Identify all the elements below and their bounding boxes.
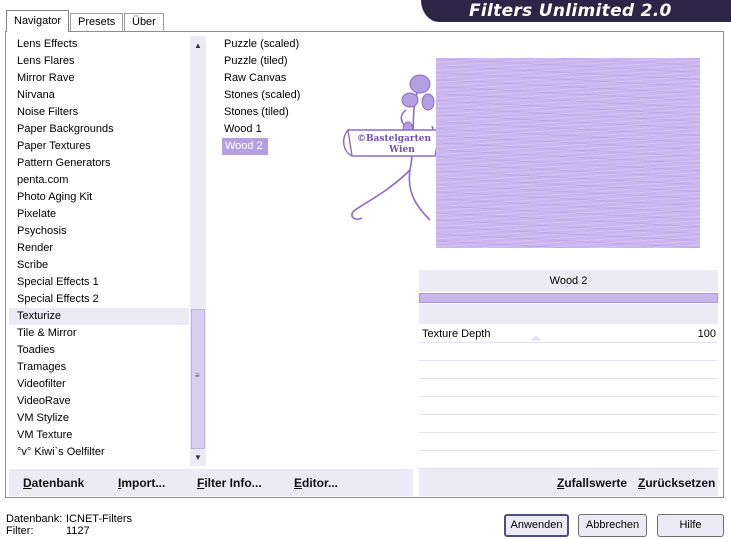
category-item[interactable]: VideoRave bbox=[9, 393, 189, 410]
category-list[interactable]: Lens Effects Lens Flares Mirror Rave Nirvan… bbox=[9, 36, 189, 461]
param-row-empty bbox=[419, 433, 718, 451]
button-label: atenbank bbox=[31, 476, 85, 490]
param-row-empty bbox=[419, 379, 718, 397]
filter-count-value: 1127 bbox=[66, 525, 90, 537]
status-info: Datenbank: ICNET-Filters Filter: 1127 bbox=[6, 513, 132, 537]
filter-item[interactable]: Puzzle (tiled) bbox=[216, 53, 406, 70]
button-label: urücksetzen bbox=[645, 476, 716, 490]
tab-uber-label: Über bbox=[132, 16, 156, 28]
watermark-logo: ©Bastelgarten Wien bbox=[342, 74, 441, 221]
category-item[interactable]: Nirvana bbox=[9, 87, 189, 104]
param-spacer bbox=[419, 304, 718, 324]
db-label: Datenbank: bbox=[6, 513, 63, 525]
button-label: ufallswerte bbox=[564, 476, 628, 490]
category-item[interactable]: Mirror Rave bbox=[9, 70, 189, 87]
tab-navigator-label: Navigator bbox=[14, 15, 62, 27]
help-button[interactable]: Hilfe bbox=[657, 514, 724, 537]
param-row-empty bbox=[419, 415, 718, 433]
category-item[interactable]: Tramages bbox=[9, 359, 189, 376]
category-item[interactable]: Psychosis bbox=[9, 223, 189, 240]
tab-presets[interactable]: Presets bbox=[70, 13, 124, 31]
randomize-button[interactable]: Zufallswerte bbox=[557, 476, 627, 490]
param-row-empty bbox=[419, 343, 718, 361]
category-item[interactable]: Photo Aging Kit bbox=[9, 189, 189, 206]
category-item[interactable]: VM Stylize bbox=[9, 410, 189, 427]
category-item[interactable]: Toadies bbox=[9, 342, 189, 359]
category-item[interactable]: Special Effects 2 bbox=[9, 291, 189, 308]
category-item[interactable]: Paper Textures bbox=[9, 138, 189, 155]
category-item[interactable]: Pixelate bbox=[9, 206, 189, 223]
app-banner: Filters Unlimited 2.0 bbox=[421, 0, 731, 22]
preview-image bbox=[436, 58, 700, 248]
scroll-up-arrow-icon[interactable]: ▲ bbox=[190, 38, 206, 54]
db-value: ICNET-Filters bbox=[66, 513, 132, 525]
category-item[interactable]: Texturize bbox=[9, 308, 189, 325]
category-item[interactable]: Scribe bbox=[9, 257, 189, 274]
scroll-down-arrow-icon[interactable]: ▼ bbox=[190, 450, 206, 466]
watermark-line1: ©Bastelgarten bbox=[357, 134, 432, 144]
category-item[interactable]: Tile & Mirror bbox=[9, 325, 189, 342]
category-item[interactable]: Special Effects 1 bbox=[9, 274, 189, 291]
param-label: Texture Depth bbox=[422, 328, 491, 340]
category-item[interactable]: penta.com bbox=[9, 172, 189, 189]
category-scrollbar[interactable]: ▲ ≡ ▼ bbox=[190, 36, 206, 466]
param-panel-title: Wood 2 bbox=[419, 270, 718, 292]
hotkey: D bbox=[23, 476, 32, 490]
filter-info-button[interactable]: Filter Info... bbox=[197, 476, 262, 490]
grip-icon: ≡ bbox=[195, 371, 200, 380]
category-item[interactable]: Lens Effects bbox=[9, 36, 189, 53]
category-item[interactable]: Pattern Generators bbox=[9, 155, 189, 172]
button-label: mport... bbox=[121, 476, 166, 490]
param-row-empty bbox=[419, 397, 718, 415]
param-value: 100 bbox=[697, 328, 716, 340]
hotkey: E bbox=[294, 476, 303, 490]
param-row-texture-depth[interactable]: Texture Depth 100 bbox=[419, 325, 718, 343]
category-item[interactable]: Lens Flares bbox=[9, 53, 189, 70]
param-row-empty bbox=[419, 361, 718, 379]
editor-button[interactable]: Editor... bbox=[294, 476, 338, 490]
watermark-line2: Wien bbox=[388, 145, 415, 155]
category-item[interactable]: Videofilter bbox=[9, 376, 189, 393]
button-label: ditor... bbox=[302, 476, 339, 490]
filter-count-label: Filter: bbox=[6, 525, 34, 537]
category-item[interactable]: VM Texture bbox=[9, 427, 189, 444]
apply-button[interactable]: Anwenden bbox=[504, 514, 569, 537]
tab-presets-label: Presets bbox=[78, 16, 116, 28]
datenbank-button[interactable]: Datenbank bbox=[23, 476, 84, 490]
param-row-empty bbox=[419, 451, 718, 469]
tab-uber[interactable]: Über bbox=[124, 13, 164, 31]
button-label: ilter Info... bbox=[204, 476, 262, 490]
tab-navigator[interactable]: Navigator bbox=[6, 10, 70, 32]
category-item[interactable]: Render bbox=[9, 240, 189, 257]
category-item[interactable]: Noise Filters bbox=[9, 104, 189, 121]
reset-button[interactable]: Zurücksetzen bbox=[638, 476, 715, 490]
category-item[interactable]: °v° Kiwi`s Oelfilter bbox=[9, 444, 189, 461]
import-button[interactable]: Import... bbox=[118, 476, 165, 490]
category-item[interactable]: Paper Backgrounds bbox=[9, 121, 189, 138]
slider-marker-icon bbox=[530, 335, 542, 341]
cancel-button[interactable]: Abbrechen bbox=[578, 514, 647, 537]
param-header-slider[interactable] bbox=[419, 293, 718, 303]
scrollbar-thumb[interactable]: ≡ bbox=[191, 309, 205, 449]
filter-item[interactable]: Wood 2 bbox=[222, 138, 268, 155]
filter-item[interactable]: Puzzle (scaled) bbox=[216, 36, 406, 53]
